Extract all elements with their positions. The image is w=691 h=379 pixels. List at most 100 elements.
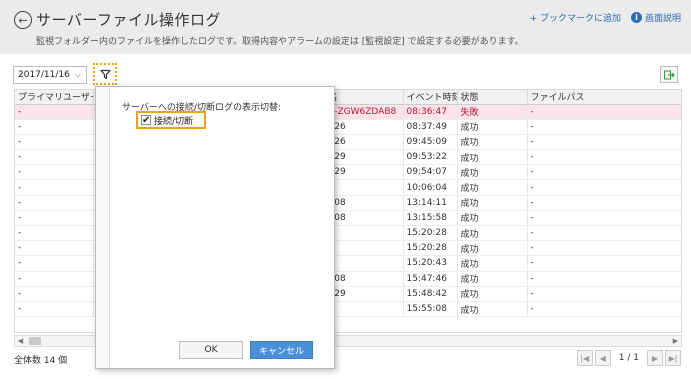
table-cell-user: -: [15, 225, 94, 242]
table-cell-time: 09:54:07: [403, 164, 458, 181]
scroll-left-icon[interactable]: ◀: [15, 336, 26, 346]
table-cell-user: -: [15, 149, 94, 166]
table-cell-user: -: [15, 210, 94, 227]
table-cell-time: 15:47:46: [403, 271, 458, 287]
table-cell-path: -: [527, 271, 681, 287]
table-cell-user: -: [15, 164, 94, 181]
table-cell-status: 成功: [457, 271, 528, 287]
table-cell-user: -: [15, 240, 94, 257]
table-cell-name: 026: [325, 134, 404, 151]
table-cell-name: [325, 240, 404, 257]
table-cell-name: [325, 179, 404, 196]
table-cell-path: -: [527, 104, 681, 120]
ok-button[interactable]: OK: [179, 341, 243, 359]
filter-popup: サーバーへの接続/切断ログの表示切替: ✔ 接続/切断 OK キャンセル: [95, 86, 335, 369]
filter-icon: [99, 69, 111, 79]
table-cell-status: 成功: [457, 301, 528, 318]
table-cell-path: -: [527, 164, 681, 181]
table-cell-status: 成功: [457, 255, 528, 272]
table-cell-user: -: [15, 134, 94, 151]
table-cell-path: -: [527, 119, 681, 135]
scroll-right-icon[interactable]: ▶: [670, 336, 681, 346]
table-cell-name: 026: [325, 119, 404, 135]
table-cell-path: -: [527, 301, 681, 318]
table-cell-user: -: [15, 179, 94, 196]
table-cell-status: 成功: [457, 210, 528, 227]
column-header[interactable]: 名: [325, 90, 404, 105]
scrollbar-thumb[interactable]: [29, 337, 41, 345]
table-cell-name: 008: [325, 210, 404, 227]
table-cell-time: 10:06:04: [403, 179, 458, 196]
filter-button[interactable]: [93, 63, 117, 85]
info-icon: i: [630, 12, 642, 23]
total-count: 全体数 14 個: [14, 356, 68, 366]
table-cell-time: 13:14:11: [403, 195, 458, 211]
table-cell-name: [325, 225, 404, 242]
popup-sidebar: [96, 87, 110, 368]
checkbox-label: 接続/切断: [154, 116, 194, 127]
table-cell-path: -: [527, 240, 681, 257]
column-header[interactable]: ファイルパス: [527, 90, 681, 105]
table-cell-time: 08:36:47: [403, 104, 458, 120]
table-cell-path: -: [527, 134, 681, 151]
table-cell-path: -: [527, 210, 681, 227]
table-cell-name: [325, 255, 404, 272]
table-cell-time: 15:55:08: [403, 301, 458, 318]
table-cell-time: 15:20:28: [403, 225, 458, 242]
column-header[interactable]: プライマリユーザー名: [15, 90, 94, 105]
table-cell-time: 08:37:49: [403, 119, 458, 135]
cancel-button[interactable]: キャンセル: [250, 341, 313, 359]
table-cell-path: -: [527, 149, 681, 166]
table-cell-name: 029: [325, 164, 404, 181]
table-cell-user: -: [15, 119, 94, 135]
export-button[interactable]: [660, 66, 678, 83]
table-cell-status: 成功: [457, 179, 528, 196]
table-cell-status: 成功: [457, 119, 528, 135]
table-cell-name: [325, 301, 404, 318]
page-title: サーバーファイル操作ログ: [36, 11, 221, 29]
page-indicator: 1 / 1: [618, 353, 639, 363]
table-cell-time: 15:20:43: [403, 255, 458, 272]
table-cell-time: 15:48:42: [403, 286, 458, 302]
pagination: |◀ ◀ 1 / 1 ▶ ▶|: [576, 350, 681, 366]
header-links: + ブックマークに追加 i 画面説明: [530, 11, 681, 24]
column-header[interactable]: イベント時刻: [403, 90, 458, 105]
table-cell-status: 成功: [457, 149, 528, 166]
table-cell-user: -: [15, 301, 94, 318]
export-icon: [663, 70, 675, 79]
table-cell-status: 成功: [457, 164, 528, 181]
page-header: ← サーバーファイル操作ログ 監視フォルダー内のファイルを操作したログです。取得…: [0, 0, 691, 54]
table-cell-user: -: [15, 271, 94, 287]
last-page-button[interactable]: ▶|: [665, 350, 681, 366]
table-cell-user: -: [15, 104, 94, 120]
table-cell-path: -: [527, 179, 681, 196]
table-cell-path: -: [527, 225, 681, 242]
date-select[interactable]: 2017/11/16 ⌵: [13, 66, 87, 84]
table-cell-status: 成功: [457, 195, 528, 211]
table-cell-path: -: [527, 255, 681, 272]
prev-page-button[interactable]: ◀: [594, 350, 611, 366]
table-cell-time: 13:15:58: [403, 210, 458, 227]
table-cell-path: -: [527, 286, 681, 302]
chevron-down-icon: ⌵: [74, 70, 81, 79]
column-header[interactable]: 状態: [457, 90, 528, 105]
toolbar: 2017/11/16 ⌵: [0, 54, 691, 90]
table-cell-name: X-ZGW6ZDAB8: [325, 104, 404, 120]
table-cell-user: -: [15, 286, 94, 302]
table-cell-path: -: [527, 195, 681, 211]
connect-disconnect-checkbox[interactable]: ✔ 接続/切断: [136, 111, 206, 129]
help-link[interactable]: i 画面説明: [630, 11, 681, 24]
table-cell-name: 029: [325, 149, 404, 166]
checkmark-icon: ✔: [141, 115, 151, 126]
table-cell-time: 09:45:09: [403, 134, 458, 151]
table-cell-status: 成功: [457, 240, 528, 257]
first-page-button[interactable]: |◀: [576, 350, 593, 366]
table-cell-name: 008: [325, 195, 404, 211]
table-cell-status: 失敗: [457, 104, 528, 120]
table-cell-time: 15:20:28: [403, 240, 458, 257]
table-cell-user: -: [15, 195, 94, 211]
table-cell-time: 09:53:22: [403, 149, 458, 166]
back-arrow-icon[interactable]: ←: [14, 11, 32, 29]
add-bookmark-link[interactable]: + ブックマークに追加: [530, 11, 621, 24]
next-page-button[interactable]: ▶: [647, 350, 663, 366]
